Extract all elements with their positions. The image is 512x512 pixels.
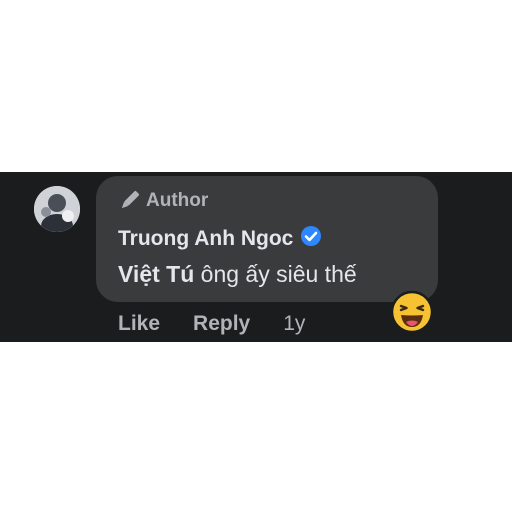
- avatar-photo-icon: [34, 186, 80, 232]
- comment-body: ông ấy siêu thế: [194, 261, 357, 287]
- author-name[interactable]: Truong Anh Ngoc: [118, 227, 293, 251]
- reply-button[interactable]: Reply: [193, 312, 250, 336]
- comment-text: Việt Tú ông ấy siêu thế: [118, 261, 357, 288]
- author-badge: Author: [118, 190, 208, 212]
- avatar[interactable]: [34, 186, 80, 232]
- mention-tag[interactable]: Việt Tú: [118, 261, 194, 287]
- author-badge-label: Author: [146, 190, 209, 211]
- reaction-laughing-emoji-icon[interactable]: [390, 290, 434, 334]
- verified-badge-icon: [300, 225, 322, 252]
- pencil-icon: [118, 190, 140, 212]
- timestamp[interactable]: 1y: [283, 312, 305, 336]
- comment-actions: Like Reply 1y: [118, 312, 305, 336]
- author-row: Truong Anh Ngoc: [118, 225, 322, 252]
- like-button[interactable]: Like: [118, 312, 160, 336]
